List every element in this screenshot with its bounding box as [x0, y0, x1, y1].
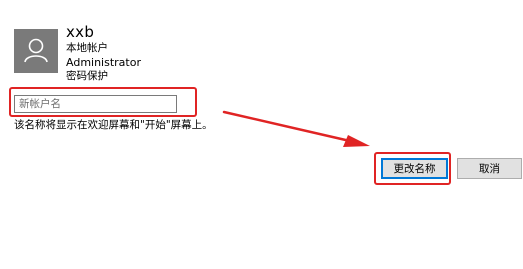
rename-hint: 该名称将显示在欢迎屏幕和"开始"屏幕上。 — [14, 119, 213, 131]
new-account-name-input[interactable] — [14, 95, 177, 113]
account-type: 本地帐户 — [66, 42, 108, 54]
avatar — [14, 29, 58, 73]
rename-button[interactable]: 更改名称 — [381, 158, 448, 179]
cancel-button[interactable]: 取消 — [457, 158, 522, 179]
account-security: 密码保护 — [66, 70, 108, 82]
account-role: Administrator — [66, 56, 141, 69]
user-icon — [24, 38, 48, 63]
account-username: xxb — [66, 23, 95, 41]
